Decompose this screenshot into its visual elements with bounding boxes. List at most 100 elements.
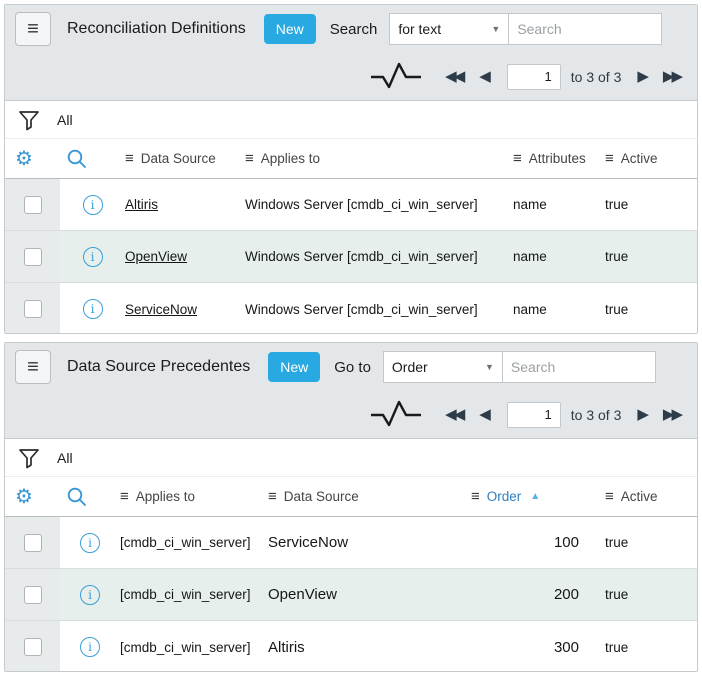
search-input[interactable]: [503, 351, 656, 383]
breadcrumb-all[interactable]: All: [57, 112, 73, 128]
row-checkbox[interactable]: [24, 300, 42, 318]
new-button[interactable]: New: [268, 352, 320, 382]
chevron-down-icon: ▼: [491, 24, 500, 34]
applies-to-value: [cmdb_ci_win_server]: [120, 587, 268, 602]
table-row: i OpenView Windows Server [cmdb_ci_win_s…: [5, 231, 697, 283]
column-header-applies-to[interactable]: ≡ Applies to: [245, 150, 513, 167]
row-checkbox[interactable]: [24, 586, 42, 604]
hamburger-icon: ≡: [27, 357, 39, 377]
column-header-data-source[interactable]: ≡ Data Source: [268, 488, 471, 505]
applies-to-value: Windows Server [cmdb_ci_win_server]: [245, 197, 513, 212]
info-icon[interactable]: i: [83, 247, 103, 267]
previous-page-button[interactable]: ◀: [479, 69, 491, 84]
filter-breadcrumb-row: All: [5, 101, 697, 139]
attributes-value: name: [513, 197, 605, 212]
sort-ascending-icon: ▲: [530, 491, 540, 502]
page-title: Reconciliation Definitions: [67, 20, 246, 38]
first-page-button[interactable]: ◀◀: [445, 407, 462, 422]
filter-funnel-icon[interactable]: [17, 446, 41, 470]
row-checkbox[interactable]: [24, 196, 42, 214]
applies-to-value: Windows Server [cmdb_ci_win_server]: [245, 302, 513, 317]
breadcrumb-all[interactable]: All: [57, 450, 73, 466]
search-field-selected-value: for text: [398, 21, 441, 37]
activity-pulse-icon[interactable]: [369, 396, 423, 434]
applies-to-value: Windows Server [cmdb_ci_win_server]: [245, 249, 513, 264]
column-header-row: ⚙ ≡ Data Source ≡ Applies to ≡ Attribute…: [5, 139, 697, 179]
row-checkbox[interactable]: [24, 638, 42, 656]
search-field-select[interactable]: for text ▼: [389, 13, 509, 45]
data-source-link[interactable]: ServiceNow: [125, 302, 245, 317]
data-source-value: ServiceNow: [268, 534, 471, 551]
reconciliation-definitions-panel: ≡ Reconciliation Definitions New Search …: [4, 4, 698, 334]
column-header-row: ⚙ ≡ Applies to ≡ Data Source ≡ Order ▲ ≡…: [5, 477, 697, 517]
first-page-button[interactable]: ◀◀: [445, 69, 462, 84]
column-menu-icon[interactable]: ≡: [605, 150, 614, 167]
table-row: i ServiceNow Windows Server [cmdb_ci_win…: [5, 283, 697, 334]
column-header-applies-to[interactable]: ≡ Applies to: [120, 488, 268, 505]
info-icon[interactable]: i: [83, 195, 103, 215]
column-menu-icon[interactable]: ≡: [120, 488, 129, 505]
last-page-button[interactable]: ▶▶: [663, 69, 680, 84]
row-range-text: to 3 of 3: [571, 407, 622, 423]
next-page-button[interactable]: ▶: [637, 407, 649, 422]
info-icon[interactable]: i: [80, 585, 100, 605]
data-source-link[interactable]: Altiris: [125, 197, 245, 212]
gear-icon[interactable]: ⚙: [15, 487, 33, 507]
row-checkbox[interactable]: [24, 534, 42, 552]
new-button[interactable]: New: [264, 14, 316, 44]
column-menu-icon[interactable]: ≡: [125, 150, 134, 167]
data-source-value: OpenView: [268, 586, 471, 603]
column-header-active[interactable]: ≡ Active: [605, 150, 697, 167]
filter-breadcrumb-row: All: [5, 439, 697, 477]
order-value: 200: [471, 586, 585, 603]
page-number-input[interactable]: [507, 64, 561, 90]
previous-page-button[interactable]: ◀: [479, 407, 491, 422]
active-value: true: [585, 587, 697, 602]
column-menu-icon[interactable]: ≡: [245, 150, 254, 167]
chevron-down-icon: ▼: [485, 362, 494, 372]
column-menu-icon[interactable]: ≡: [513, 150, 522, 167]
goto-field-selected-value: Order: [392, 359, 428, 375]
table-row: i [cmdb_ci_win_server] Altiris 300 true: [5, 621, 697, 672]
info-icon[interactable]: i: [80, 637, 100, 657]
column-search-icon[interactable]: [60, 486, 120, 508]
info-icon[interactable]: i: [83, 299, 103, 319]
data-source-precedentes-panel: ≡ Data Source Precedentes New Go to Orde…: [4, 342, 698, 672]
goto-field-select[interactable]: Order ▼: [383, 351, 503, 383]
list-menu-button[interactable]: ≡: [15, 12, 51, 46]
column-menu-icon[interactable]: ≡: [471, 488, 480, 505]
active-value: true: [605, 197, 697, 212]
row-checkbox[interactable]: [24, 248, 42, 266]
last-page-button[interactable]: ▶▶: [663, 407, 680, 422]
active-value: true: [585, 535, 697, 550]
column-header-order-sorted[interactable]: ≡ Order ▲: [471, 488, 585, 505]
search-mode-label: Search: [330, 21, 378, 38]
activity-pulse-icon[interactable]: [369, 58, 423, 96]
goto-mode-label: Go to: [334, 359, 371, 376]
page-number-input[interactable]: [507, 402, 561, 428]
next-page-button[interactable]: ▶: [637, 69, 649, 84]
page: ≡ Reconciliation Definitions New Search …: [0, 0, 702, 676]
table-row: i [cmdb_ci_win_server] ServiceNow 100 tr…: [5, 517, 697, 569]
attributes-value: name: [513, 302, 605, 317]
list-menu-button[interactable]: ≡: [15, 350, 51, 384]
hamburger-icon: ≡: [27, 19, 39, 39]
data-source-link[interactable]: OpenView: [125, 249, 245, 264]
gear-icon[interactable]: ⚙: [15, 149, 33, 169]
column-header-attributes[interactable]: ≡ Attributes: [513, 150, 605, 167]
info-icon[interactable]: i: [80, 533, 100, 553]
active-value: true: [605, 249, 697, 264]
list-header: ≡ Data Source Precedentes New Go to Orde…: [5, 343, 697, 391]
column-search-icon[interactable]: [60, 148, 125, 170]
data-source-value: Altiris: [268, 639, 471, 656]
applies-to-value: [cmdb_ci_win_server]: [120, 535, 268, 550]
column-header-data-source[interactable]: ≡ Data Source: [125, 150, 245, 167]
column-header-active[interactable]: ≡ Active: [585, 488, 697, 505]
column-menu-icon[interactable]: ≡: [605, 488, 614, 505]
search-input[interactable]: [509, 13, 662, 45]
column-menu-icon[interactable]: ≡: [268, 488, 277, 505]
active-value: true: [585, 640, 697, 655]
pagination-bar: ◀◀ ◀ to 3 of 3 ▶ ▶▶: [5, 53, 697, 101]
filter-funnel-icon[interactable]: [17, 108, 41, 132]
pagination-bar: ◀◀ ◀ to 3 of 3 ▶ ▶▶: [5, 391, 697, 439]
